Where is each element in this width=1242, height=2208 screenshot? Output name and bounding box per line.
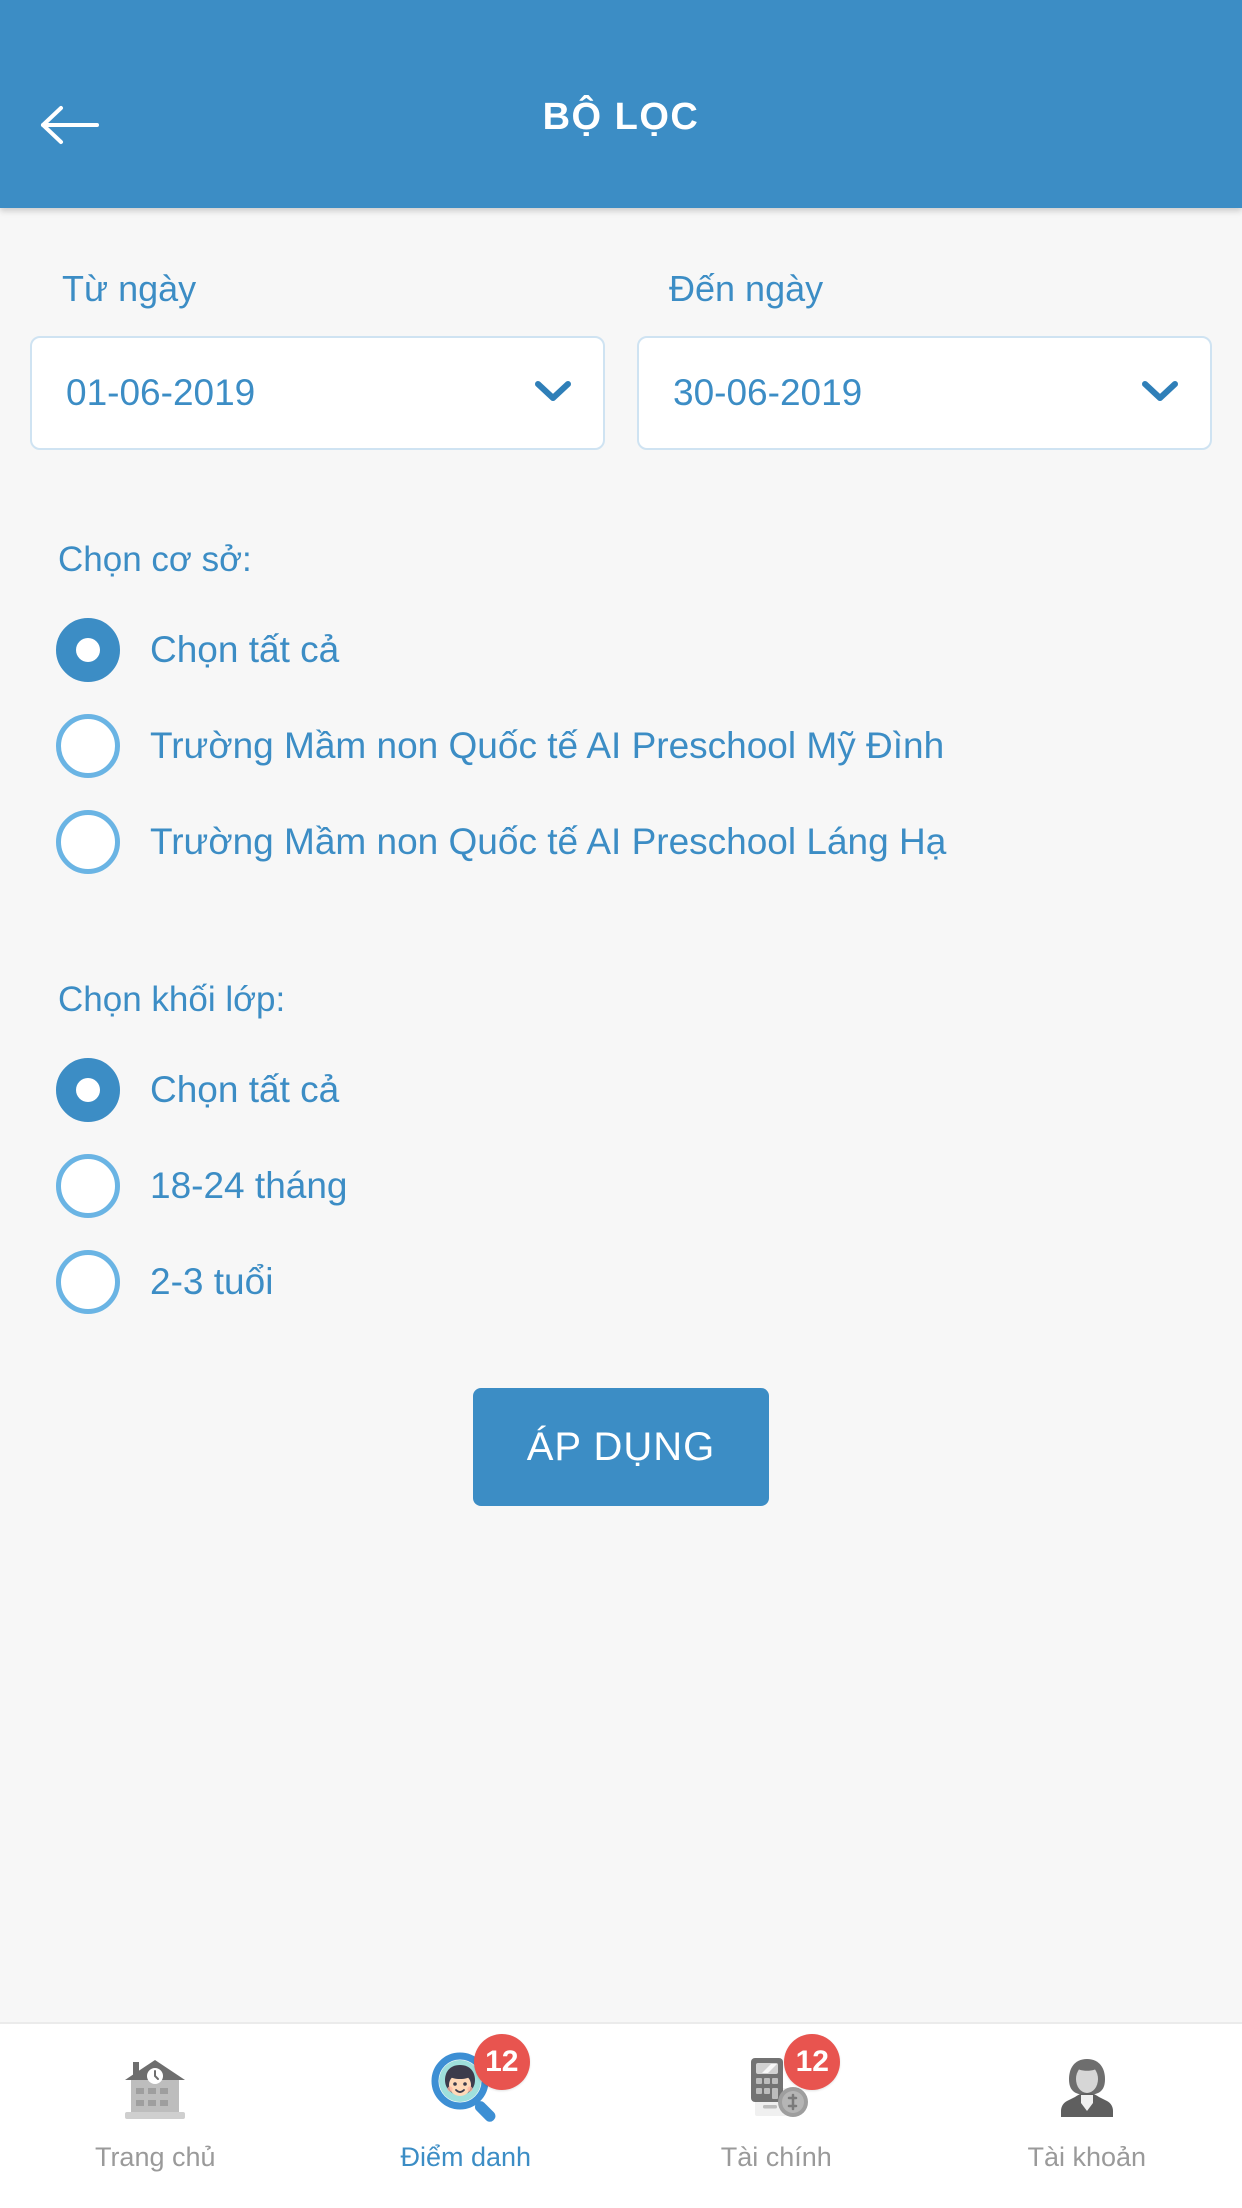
calculator-coin-icon: 12 [734,2034,841,2130]
tab-badge: 12 [784,2034,841,2090]
filter-screen: BỘ LỌC Từ ngày 01-06-2019 Đến ngày 30-06… [0,0,1242,2208]
tab-badge: 12 [473,2034,530,2090]
tab-label: Tài khoản [1027,2142,1147,2172]
radio-icon[interactable] [56,618,120,682]
date-range-row: Từ ngày 01-06-2019 Đến ngày 30-06-2019 [30,208,1212,450]
tab-diem-danh[interactable]: 12 Điểm danh [311,2034,622,2173]
grade-option-label: 2-3 tuổi [150,1261,274,1302]
site-option-my-dinh[interactable]: Trường Mầm non Quốc tế AI Preschool Mỹ Đ… [30,698,1212,794]
filter-content: Từ ngày 01-06-2019 Đến ngày 30-06-2019 C… [0,208,1242,2022]
site-filter-group: Chọn cơ sở: Chọn tất cả Trường Mầm non Q… [30,540,1212,890]
tab-label: Tài chính [720,2142,832,2172]
date-from-column: Từ ngày 01-06-2019 [30,268,605,450]
date-to-column: Đến ngày 30-06-2019 [637,268,1212,450]
magnifier-child-icon: 12 [424,2034,530,2130]
tab-trang-chu[interactable]: Trang chủ [0,2046,311,2173]
arrow-left-icon [39,103,101,147]
bottom-navigation: Trang chủ 12 Điểm danh 12 Tài chính Tài … [0,2022,1242,2208]
radio-icon[interactable] [56,1058,120,1122]
page-title: BỘ LỌC [542,95,700,138]
grade-option-2-3-years[interactable]: 2-3 tuổi [30,1234,1212,1330]
date-from-select[interactable]: 01-06-2019 [30,336,605,450]
site-option-label: Trường Mầm non Quốc tế AI Preschool Láng… [150,821,947,862]
date-to-select[interactable]: 30-06-2019 [637,336,1212,450]
radio-icon[interactable] [56,714,120,778]
radio-icon[interactable] [56,810,120,874]
apply-button-wrapper: ÁP DỤNG [30,1388,1212,1506]
person-avatar-icon [1045,2046,1129,2130]
school-building-icon [113,2046,197,2130]
tab-tai-khoan[interactable]: Tài khoản [932,2046,1242,2173]
tab-label: Trang chủ [94,2142,216,2172]
date-to-label: Đến ngày [669,268,824,309]
radio-icon[interactable] [56,1250,120,1314]
apply-button[interactable]: ÁP DỤNG [473,1388,769,1506]
site-option-label: Chọn tất cả [150,629,340,670]
chevron-down-icon [535,379,571,408]
tab-tai-chinh[interactable]: 12 Tài chính [621,2034,932,2173]
app-header: BỘ LỌC [0,0,1242,208]
grade-option-label: Chọn tất cả [150,1069,340,1110]
radio-icon[interactable] [56,1154,120,1218]
chevron-down-icon [1142,379,1178,408]
site-option-all[interactable]: Chọn tất cả [30,602,1212,698]
grade-option-18-24-months[interactable]: 18-24 tháng [30,1138,1212,1234]
date-to-value: 30-06-2019 [673,372,863,413]
grade-option-all[interactable]: Chọn tất cả [30,1042,1212,1138]
site-option-lang-ha[interactable]: Trường Mầm non Quốc tế AI Preschool Láng… [30,794,1212,890]
site-option-label: Trường Mầm non Quốc tế AI Preschool Mỹ Đ… [150,725,945,766]
grade-option-label: 18-24 tháng [150,1165,348,1206]
back-button[interactable] [20,80,120,170]
grade-filter-group: Chọn khối lớp: Chọn tất cả 18-24 tháng 2… [30,980,1212,1330]
date-from-label: Từ ngày [62,268,197,309]
date-from-value: 01-06-2019 [66,372,256,413]
grade-group-title: Chọn khối lớp: [58,980,286,1019]
site-group-title: Chọn cơ sở: [58,540,252,579]
tab-label: Điểm danh [400,2142,532,2172]
